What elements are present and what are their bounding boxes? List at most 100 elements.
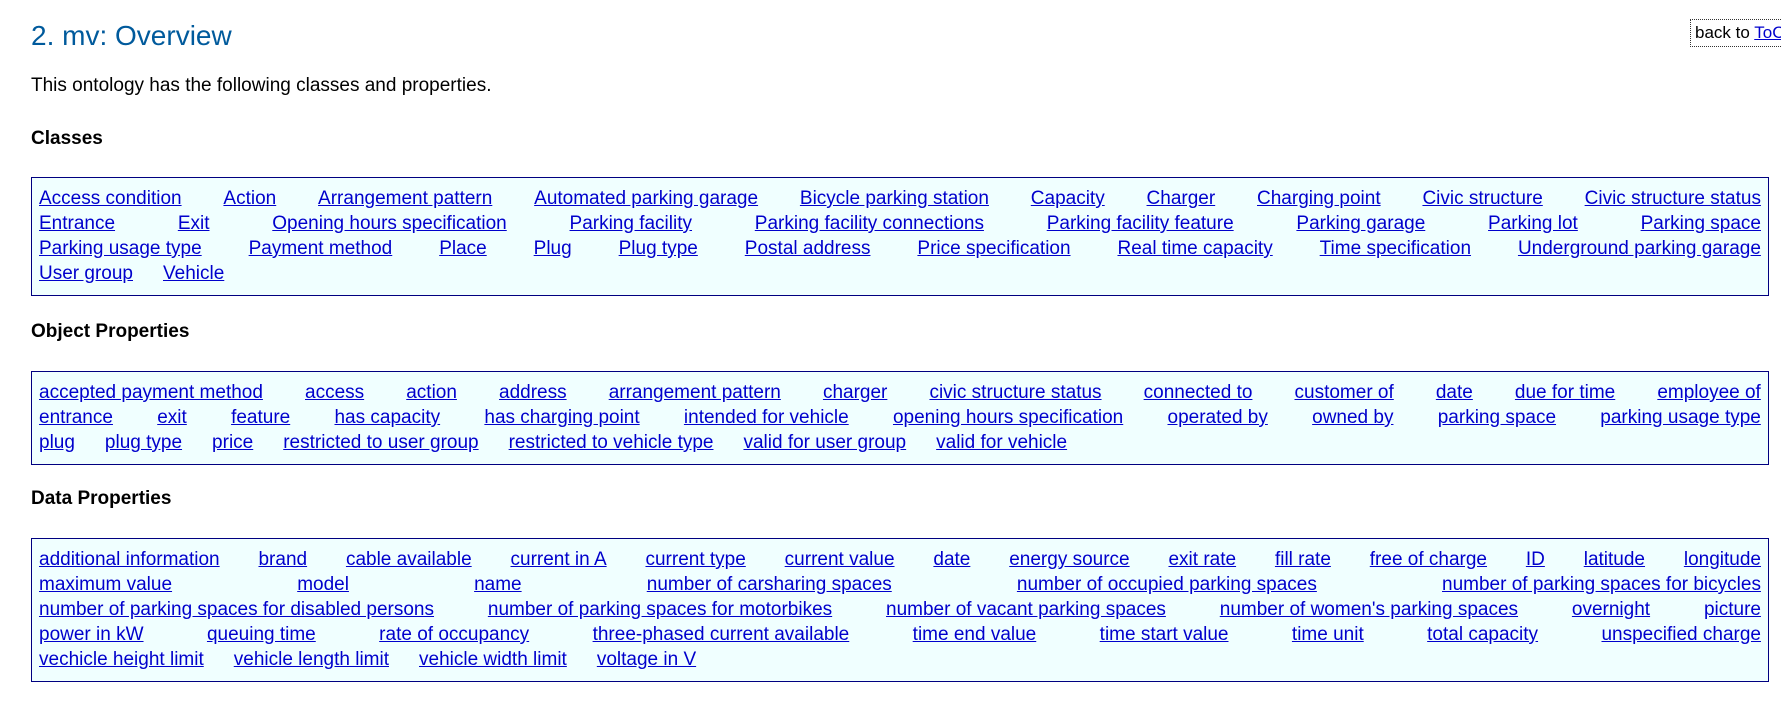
entity-link[interactable]: cable available: [346, 547, 472, 572]
entity-link[interactable]: name: [474, 572, 522, 597]
entity-link[interactable]: due for time: [1515, 380, 1615, 405]
entity-link[interactable]: access: [305, 380, 364, 405]
entity-link[interactable]: fill rate: [1275, 547, 1331, 572]
entity-link[interactable]: Entrance: [39, 211, 115, 236]
entity-link[interactable]: Action: [223, 186, 276, 211]
entity-link[interactable]: arrangement pattern: [609, 380, 781, 405]
entity-link[interactable]: Underground parking garage: [1518, 236, 1761, 261]
entity-link[interactable]: power in kW: [39, 622, 144, 647]
entity-link[interactable]: opening hours specification: [893, 405, 1123, 430]
entity-link[interactable]: Automated parking garage: [534, 186, 758, 211]
entity-link[interactable]: overnight: [1572, 597, 1650, 622]
entity-link[interactable]: Parking garage: [1296, 211, 1425, 236]
entity-link[interactable]: vechicle height limit: [39, 647, 204, 672]
entity-link[interactable]: feature: [231, 405, 290, 430]
entity-link[interactable]: Parking lot: [1488, 211, 1578, 236]
entity-link[interactable]: number of parking spaces for bicycles: [1442, 572, 1761, 597]
entity-link[interactable]: number of parking spaces for motorbikes: [488, 597, 832, 622]
entity-link[interactable]: charger: [823, 380, 887, 405]
entity-link[interactable]: Civic structure: [1422, 186, 1542, 211]
entity-link[interactable]: has capacity: [334, 405, 440, 430]
entity-link[interactable]: unspecified charge: [1601, 622, 1761, 647]
entity-link[interactable]: maximum value: [39, 572, 172, 597]
entity-link[interactable]: valid for user group: [743, 430, 906, 455]
entity-link[interactable]: exit: [157, 405, 187, 430]
entity-link[interactable]: accepted payment method: [39, 380, 263, 405]
entity-link[interactable]: three-phased current available: [593, 622, 850, 647]
entity-link[interactable]: plug type: [105, 430, 182, 455]
entity-link[interactable]: ID: [1526, 547, 1545, 572]
entity-link[interactable]: number of carsharing spaces: [647, 572, 892, 597]
entity-link[interactable]: employee of: [1657, 380, 1761, 405]
entity-link[interactable]: current value: [785, 547, 895, 572]
entity-link[interactable]: Parking space: [1641, 211, 1761, 236]
entity-link[interactable]: Charging point: [1257, 186, 1381, 211]
entity-link[interactable]: Vehicle: [163, 261, 224, 286]
entity-link[interactable]: time start value: [1100, 622, 1229, 647]
entity-link[interactable]: Time specification: [1320, 236, 1471, 261]
entity-link[interactable]: restricted to user group: [283, 430, 478, 455]
entity-link[interactable]: number of occupied parking spaces: [1017, 572, 1317, 597]
entity-link[interactable]: restricted to vehicle type: [509, 430, 714, 455]
entity-link[interactable]: Plug type: [619, 236, 698, 261]
entity-link[interactable]: has charging point: [484, 405, 639, 430]
entity-link[interactable]: time end value: [913, 622, 1037, 647]
entity-link[interactable]: free of charge: [1370, 547, 1487, 572]
entity-link[interactable]: valid for vehicle: [936, 430, 1067, 455]
entity-link[interactable]: Parking facility: [570, 211, 693, 236]
entity-link[interactable]: Charger: [1147, 186, 1216, 211]
entity-link[interactable]: customer of: [1295, 380, 1394, 405]
entity-link[interactable]: Real time capacity: [1117, 236, 1272, 261]
entity-link[interactable]: plug: [39, 430, 75, 455]
toc-link[interactable]: ToC: [1754, 23, 1781, 42]
entity-link[interactable]: address: [499, 380, 567, 405]
entity-link[interactable]: Exit: [178, 211, 210, 236]
entity-link[interactable]: time unit: [1292, 622, 1364, 647]
entity-link[interactable]: Access condition: [39, 186, 182, 211]
entity-link[interactable]: voltage in V: [597, 647, 696, 672]
entity-link[interactable]: civic structure status: [929, 380, 1101, 405]
entity-link[interactable]: vehicle width limit: [419, 647, 567, 672]
entity-link[interactable]: connected to: [1144, 380, 1253, 405]
entity-link[interactable]: Bicycle parking station: [800, 186, 989, 211]
entity-link[interactable]: total capacity: [1427, 622, 1538, 647]
entity-link[interactable]: Arrangement pattern: [318, 186, 492, 211]
entity-link[interactable]: date: [1436, 380, 1473, 405]
entity-link[interactable]: parking space: [1438, 405, 1556, 430]
entity-link[interactable]: Parking facility connections: [755, 211, 984, 236]
entity-link[interactable]: Opening hours specification: [272, 211, 506, 236]
entity-link[interactable]: Parking facility feature: [1047, 211, 1234, 236]
entity-link[interactable]: number of parking spaces for disabled pe…: [39, 597, 434, 622]
entity-link[interactable]: action: [406, 380, 457, 405]
entity-link[interactable]: rate of occupancy: [379, 622, 529, 647]
entity-link[interactable]: model: [297, 572, 349, 597]
entity-link[interactable]: current type: [645, 547, 745, 572]
entity-link[interactable]: number of women's parking spaces: [1220, 597, 1518, 622]
entity-link[interactable]: entrance: [39, 405, 113, 430]
entity-link[interactable]: parking usage type: [1600, 405, 1761, 430]
entity-link[interactable]: longitude: [1684, 547, 1761, 572]
entity-link[interactable]: operated by: [1168, 405, 1268, 430]
entity-link[interactable]: Place: [439, 236, 487, 261]
entity-link[interactable]: energy source: [1009, 547, 1129, 572]
entity-link[interactable]: latitude: [1584, 547, 1645, 572]
entity-link[interactable]: date: [933, 547, 970, 572]
entity-link[interactable]: queuing time: [207, 622, 316, 647]
entity-link[interactable]: Plug: [534, 236, 572, 261]
entity-link[interactable]: Civic structure status: [1585, 186, 1761, 211]
entity-link[interactable]: intended for vehicle: [684, 405, 849, 430]
entity-link[interactable]: price: [212, 430, 253, 455]
entity-link[interactable]: picture: [1704, 597, 1761, 622]
entity-link[interactable]: owned by: [1312, 405, 1393, 430]
entity-link[interactable]: Capacity: [1031, 186, 1105, 211]
entity-link[interactable]: additional information: [39, 547, 220, 572]
entity-link[interactable]: Payment method: [249, 236, 393, 261]
entity-link[interactable]: vehicle length limit: [234, 647, 389, 672]
entity-link[interactable]: exit rate: [1168, 547, 1236, 572]
entity-link[interactable]: number of vacant parking spaces: [886, 597, 1166, 622]
entity-link[interactable]: Price specification: [917, 236, 1070, 261]
entity-link[interactable]: Parking usage type: [39, 236, 202, 261]
entity-link[interactable]: Postal address: [745, 236, 871, 261]
entity-link[interactable]: User group: [39, 261, 133, 286]
entity-link[interactable]: current in A: [511, 547, 607, 572]
